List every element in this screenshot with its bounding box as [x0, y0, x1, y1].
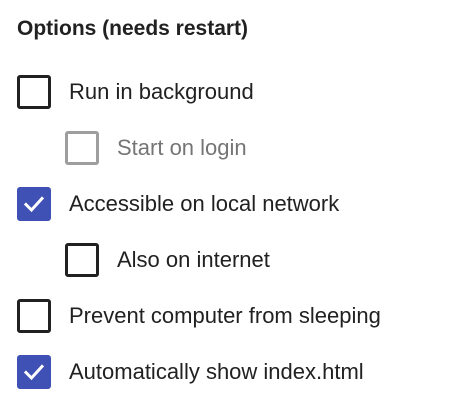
- check-icon: [23, 196, 45, 213]
- run-in-background-label: Run in background: [69, 79, 254, 104]
- also-on-internet-option[interactable]: Also on internet: [65, 242, 270, 278]
- accessible-on-local-network-checkbox[interactable]: [17, 187, 51, 221]
- start-on-login-checkbox[interactable]: [65, 131, 99, 165]
- automatically-show-index-label: Automatically show index.html: [69, 359, 364, 384]
- run-in-background-option[interactable]: Run in background: [17, 74, 254, 110]
- options-heading: Options (needs restart): [17, 17, 249, 40]
- run-in-background-checkbox[interactable]: [17, 75, 51, 109]
- automatically-show-index-checkbox[interactable]: [17, 355, 51, 389]
- prevent-computer-from-sleeping-checkbox[interactable]: [17, 299, 51, 333]
- prevent-computer-from-sleeping-option[interactable]: Prevent computer from sleeping: [17, 298, 381, 334]
- also-on-internet-checkbox[interactable]: [65, 243, 99, 277]
- also-on-internet-label: Also on internet: [117, 247, 270, 272]
- prevent-computer-from-sleeping-label: Prevent computer from sleeping: [69, 303, 381, 328]
- start-on-login-option[interactable]: Start on login: [65, 130, 247, 166]
- accessible-on-local-network-option[interactable]: Accessible on local network: [17, 186, 339, 222]
- check-icon: [23, 364, 45, 381]
- start-on-login-label: Start on login: [117, 135, 247, 160]
- automatically-show-index-option[interactable]: Automatically show index.html: [17, 354, 364, 390]
- accessible-on-local-network-label: Accessible on local network: [69, 191, 340, 216]
